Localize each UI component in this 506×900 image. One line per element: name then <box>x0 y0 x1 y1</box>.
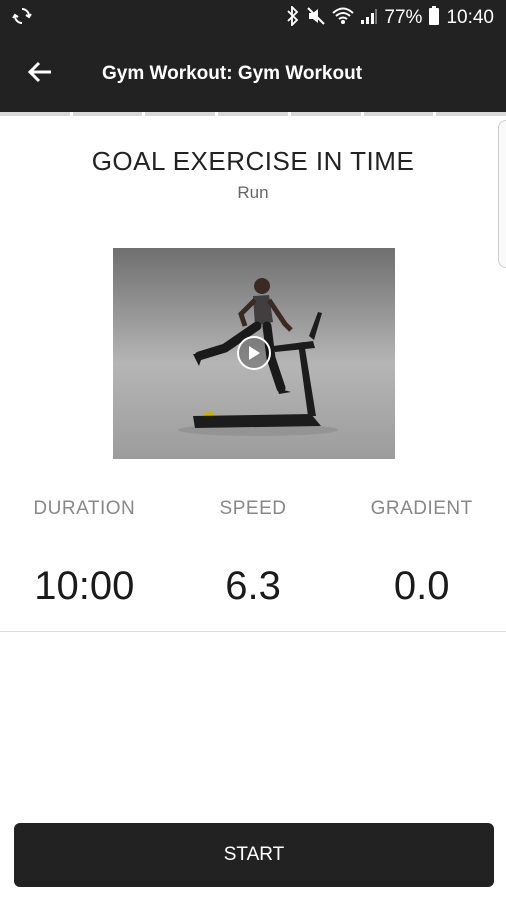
start-button[interactable]: START <box>14 823 494 887</box>
progress-segment <box>0 112 70 116</box>
mute-icon <box>306 6 326 31</box>
clock: 10:40 <box>446 7 494 28</box>
speed-label: SPEED <box>219 498 287 519</box>
battery-percent: 77% <box>384 7 423 28</box>
app-bar: Gym Workout: Gym Workout <box>0 36 506 112</box>
progress-segment <box>290 112 361 116</box>
arrow-left-icon <box>27 59 53 90</box>
status-right: 77% 10:40 <box>286 4 494 31</box>
battery-icon <box>428 5 440 31</box>
metrics-labels-row: DURATION SPEED GRADIENT <box>0 498 506 520</box>
gradient-label: GRADIENT <box>370 498 473 519</box>
gradient-value: 0.0 <box>393 564 450 608</box>
divider <box>0 631 506 632</box>
exercise-subtitle: Run <box>237 183 269 202</box>
back-button[interactable] <box>0 36 80 112</box>
sync-icon <box>12 6 32 31</box>
exercise-video-thumbnail[interactable] <box>113 248 395 459</box>
progress-segment <box>218 112 288 116</box>
speed-value: 6.3 <box>225 564 281 608</box>
exercise-title: GOAL EXERCISE IN TIME <box>91 146 415 176</box>
wifi-icon <box>332 7 355 30</box>
duration-label: DURATION <box>33 498 136 519</box>
status-left <box>12 6 32 31</box>
progress-segment <box>363 112 434 116</box>
progress-segment <box>72 112 143 116</box>
progress-segment <box>145 112 216 116</box>
status-bar: 77% 10:40 <box>0 0 506 36</box>
workout-progress-segments <box>0 112 506 120</box>
page-title: Gym Workout: Gym Workout <box>102 63 363 84</box>
metrics-values-row: 10:00 6.3 0.0 <box>0 564 506 609</box>
duration-value: 10:00 <box>34 564 135 608</box>
bluetooth-icon <box>286 4 300 31</box>
play-icon[interactable] <box>237 336 271 370</box>
progress-segment <box>436 112 506 116</box>
signal-icon <box>360 7 378 30</box>
